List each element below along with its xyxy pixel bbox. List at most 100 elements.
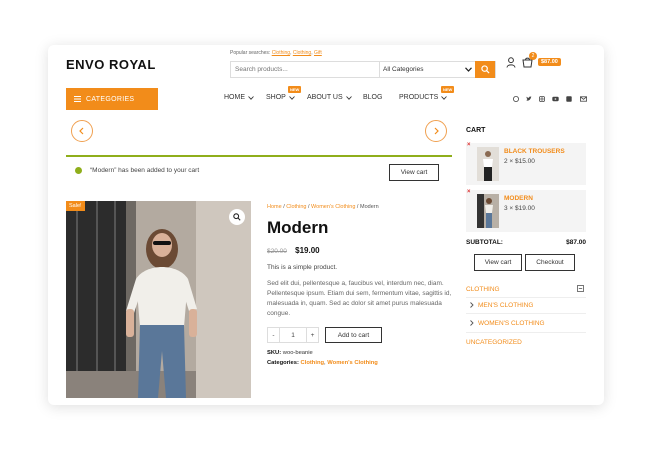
menu-icon xyxy=(74,96,81,102)
sidebar-category-clothing[interactable]: CLOTHING xyxy=(466,286,500,293)
sku-line: SKU: woo-beanie xyxy=(267,350,313,356)
categories-button[interactable]: CATEGORIES xyxy=(66,88,158,110)
chevron-down-icon xyxy=(441,95,448,100)
collapse-icon[interactable] xyxy=(577,285,584,292)
chevron-down-icon xyxy=(248,95,254,100)
new-badge: NEW xyxy=(441,86,455,93)
cart-item-thumbnail[interactable] xyxy=(477,147,499,181)
chevron-right-icon xyxy=(470,302,474,308)
popular-searches: Popular searches: Clothing, Clothing, Gi… xyxy=(230,50,322,56)
nav-label: PRODUCTS xyxy=(399,94,439,101)
cart-item: × MODERN 3 × $19.00 xyxy=(466,189,586,232)
product-title: Modern xyxy=(267,218,329,237)
sidebar-category-uncategorized[interactable]: UNCATEGORIZED xyxy=(466,339,522,346)
categories-meta-label: Categories: xyxy=(267,360,299,366)
zoom-icon xyxy=(233,213,241,221)
arrow-right-icon xyxy=(434,127,439,135)
nav-label: ABOUT US xyxy=(307,94,343,101)
categories-line: Categories: Clothing, Women's Clothing xyxy=(267,360,378,366)
sale-price: $19.00 xyxy=(295,246,320,255)
subtotal-value: $87.00 xyxy=(566,239,586,246)
page-frame: ENVO ROYAL Popular searches: Clothing, C… xyxy=(48,45,604,405)
quantity-input[interactable]: 1 xyxy=(280,328,306,342)
categories-label: CATEGORIES xyxy=(86,95,135,103)
nav-item-blog[interactable]: BLOG xyxy=(363,94,382,101)
search-input[interactable] xyxy=(231,62,379,77)
product-price: $20.00 $19.00 xyxy=(267,246,320,255)
search-icon xyxy=(480,64,490,74)
sidebar-category-mens[interactable]: MEN'S CLOTHING xyxy=(478,302,533,309)
nav-label: BLOG xyxy=(363,94,383,101)
cart-item-name[interactable]: MODERN xyxy=(504,195,533,202)
new-badge: NEW xyxy=(288,86,302,93)
subtotal-label: SUBTOTAL: xyxy=(466,239,503,246)
sale-badge: Sale! xyxy=(66,201,85,211)
sidebar-category-womens[interactable]: WOMEN'S CLOTHING xyxy=(478,320,545,327)
popular-link[interactable]: Clothing xyxy=(293,50,311,56)
remove-item-icon[interactable]: × xyxy=(467,142,471,148)
chevron-down-icon xyxy=(345,95,352,100)
cart-item-qty: 2 × $15.00 xyxy=(504,158,535,165)
cart-count-badge: 2 xyxy=(529,52,537,60)
remove-item-icon[interactable]: × xyxy=(467,189,471,195)
notice-message: “Modern” has been added to your cart xyxy=(90,167,200,174)
chevron-down-icon xyxy=(465,67,472,72)
cart-amount[interactable]: $87.00 xyxy=(538,58,561,66)
arrow-left-icon xyxy=(79,127,84,135)
user-icon[interactable] xyxy=(506,57,516,68)
product-image[interactable] xyxy=(66,201,251,398)
short-description: This is a simple product. xyxy=(267,264,338,271)
nav-item-about[interactable]: ABOUT US xyxy=(307,94,352,101)
next-product-button[interactable] xyxy=(425,120,447,142)
chevron-down-icon xyxy=(289,95,295,100)
cart-heading: CART xyxy=(466,127,486,134)
quantity-increase[interactable]: + xyxy=(306,328,318,342)
site-logo[interactable]: ENVO ROYAL xyxy=(66,57,156,72)
youtube-icon[interactable] xyxy=(552,96,559,102)
checkout-button[interactable]: Checkout xyxy=(525,254,575,271)
sidebar-view-cart-button[interactable]: View cart xyxy=(474,254,522,271)
zoom-button[interactable] xyxy=(229,209,245,225)
cart-subtotal: SUBTOTAL: $87.00 xyxy=(466,239,586,246)
cart-item-name[interactable]: BLACK TROUSERS xyxy=(504,148,565,155)
popular-label: Popular searches: xyxy=(230,50,271,56)
category-select-value: All Categories xyxy=(383,66,424,73)
nav-item-shop[interactable]: SHOP NEW xyxy=(266,86,302,101)
nav-label: SHOP xyxy=(266,94,286,101)
breadcrumb-current: Modern xyxy=(360,204,379,210)
chevron-right-icon xyxy=(470,320,474,326)
notice-view-cart-button[interactable]: View cart xyxy=(389,164,439,181)
search-bar: All Categories xyxy=(230,60,496,78)
nav-item-products[interactable]: PRODUCTS NEW xyxy=(399,86,455,101)
popular-link[interactable]: Clothing xyxy=(272,50,290,56)
breadcrumb-link[interactable]: Home xyxy=(267,204,282,210)
sku-label: SKU: xyxy=(267,350,282,356)
quantity-stepper: - 1 + xyxy=(267,327,319,343)
add-to-cart-button[interactable]: Add to cart xyxy=(325,327,382,343)
popular-link[interactable]: Gift xyxy=(314,50,322,56)
category-select[interactable]: All Categories xyxy=(379,62,475,77)
check-icon xyxy=(75,167,82,174)
prev-product-button[interactable] xyxy=(71,120,93,142)
cart-item-thumbnail[interactable] xyxy=(477,194,499,228)
nav-label: HOME xyxy=(224,94,245,101)
breadcrumb-link[interactable]: Clothing xyxy=(286,204,306,210)
facebook-icon[interactable] xyxy=(513,96,519,102)
nav-item-home[interactable]: HOME xyxy=(224,94,254,101)
category-link[interactable]: Women's Clothing xyxy=(327,360,378,366)
twitter-icon[interactable] xyxy=(526,96,532,102)
quantity-decrease[interactable]: - xyxy=(268,328,280,342)
sku-value: woo-beanie xyxy=(282,350,313,356)
search-button[interactable] xyxy=(475,60,495,78)
linkedin-icon[interactable] xyxy=(566,96,572,102)
old-price: $20.00 xyxy=(267,248,287,255)
divider xyxy=(466,313,586,314)
cart-item-qty: 3 × $19.00 xyxy=(504,205,535,212)
category-link[interactable]: Clothing xyxy=(301,360,325,366)
cart-item: × BLACK TROUSERS 2 × $15.00 xyxy=(466,142,586,185)
email-icon[interactable] xyxy=(580,96,587,102)
divider xyxy=(466,297,586,298)
instagram-icon[interactable] xyxy=(539,96,545,102)
divider xyxy=(466,332,586,333)
breadcrumb-link[interactable]: Women's Clothing xyxy=(311,204,355,210)
